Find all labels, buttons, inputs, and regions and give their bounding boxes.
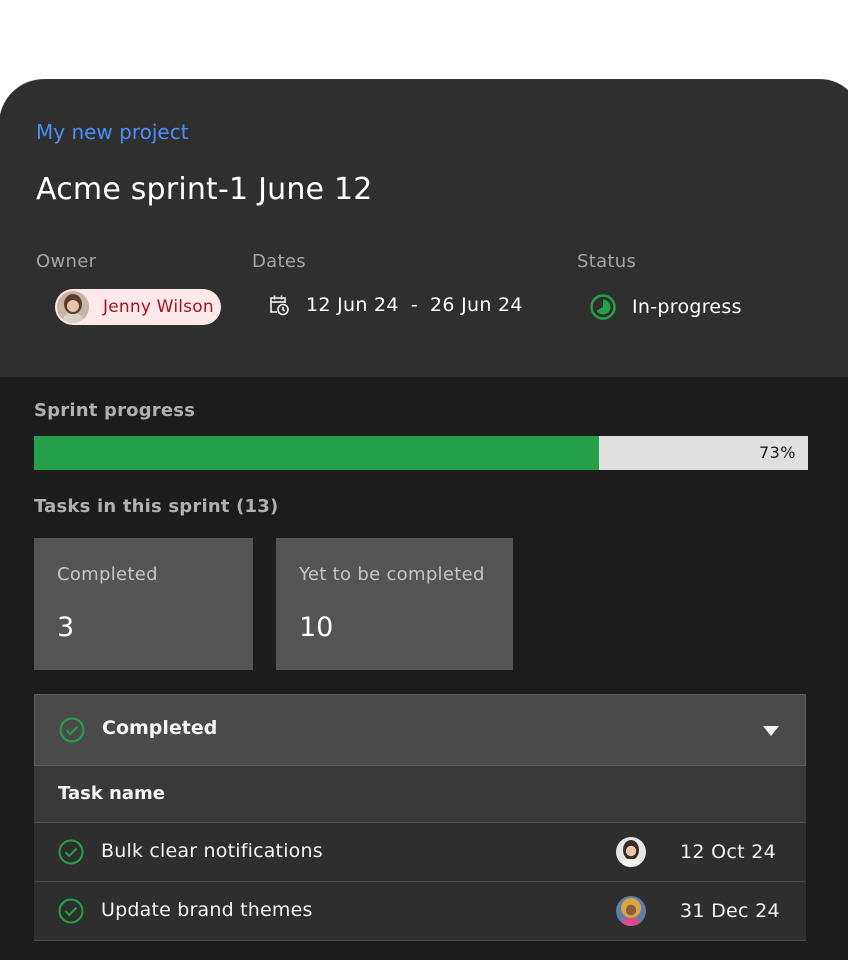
sprint-progress-label: Sprint progress — [34, 400, 196, 421]
end-date: 26 Jun 24 — [429, 294, 523, 316]
checkmark-outline-icon — [58, 839, 84, 869]
task-date: 31 Dec 24 — [680, 900, 780, 922]
progress-fill — [34, 436, 600, 470]
dates-label: Dates — [252, 251, 306, 272]
task-row[interactable]: Update brand themes 31 Dec 24 — [34, 882, 806, 941]
completed-stat-value: 3 — [57, 612, 75, 643]
completed-stat-card: Completed 3 — [34, 538, 253, 670]
in-progress-icon — [590, 294, 616, 320]
assignee-avatar — [616, 837, 646, 867]
sprint-progress-bar: 73% — [34, 436, 808, 470]
tasks-heading: Tasks in this sprint (13) — [34, 496, 279, 517]
owner-avatar — [57, 291, 89, 323]
task-row[interactable]: Bulk clear notifications 12 Oct 24 — [34, 823, 806, 882]
sprint-panel: My new project Acme sprint-1 June 12 Own… — [0, 80, 848, 960]
owner-name: Jenny Wilson — [103, 297, 214, 317]
owner-label: Owner — [36, 251, 97, 272]
completed-accordion-header[interactable]: Completed — [34, 694, 806, 766]
status-indicator: In-progress — [590, 294, 742, 320]
task-date: 12 Oct 24 — [680, 841, 776, 863]
chevron-down-icon[interactable] — [763, 726, 779, 736]
task-name: Update brand themes — [101, 899, 313, 921]
owner-tag[interactable]: Jenny Wilson — [55, 289, 221, 325]
calendar-clock-icon — [268, 294, 290, 316]
status-label: Status — [577, 251, 637, 272]
assignee-avatar — [616, 896, 646, 926]
breadcrumb-project-link[interactable]: My new project — [36, 120, 189, 144]
date-separator: - — [410, 294, 418, 316]
checkmark-outline-icon — [59, 717, 85, 747]
completed-stat-label: Completed — [57, 564, 158, 585]
progress-percentage: 73% — [758, 443, 796, 462]
remaining-stat-value: 10 — [299, 612, 334, 643]
remaining-stat-card: Yet to be completed 10 — [276, 538, 513, 670]
start-date: 12 Jun 24 — [306, 294, 399, 316]
remaining-stat-label: Yet to be completed — [299, 564, 485, 585]
task-name: Bulk clear notifications — [101, 840, 323, 862]
page-title: Acme sprint-1 June 12 — [36, 172, 373, 207]
accordion-title: Completed — [102, 717, 218, 739]
status-text: In-progress — [632, 296, 742, 318]
checkmark-outline-icon — [58, 898, 84, 928]
task-table-header: Task name — [34, 766, 806, 823]
date-range: 12 Jun 24 - 26 Jun 24 — [268, 294, 523, 316]
sprint-header: My new project Acme sprint-1 June 12 Own… — [0, 80, 848, 377]
column-header-task-name: Task name — [58, 783, 165, 804]
